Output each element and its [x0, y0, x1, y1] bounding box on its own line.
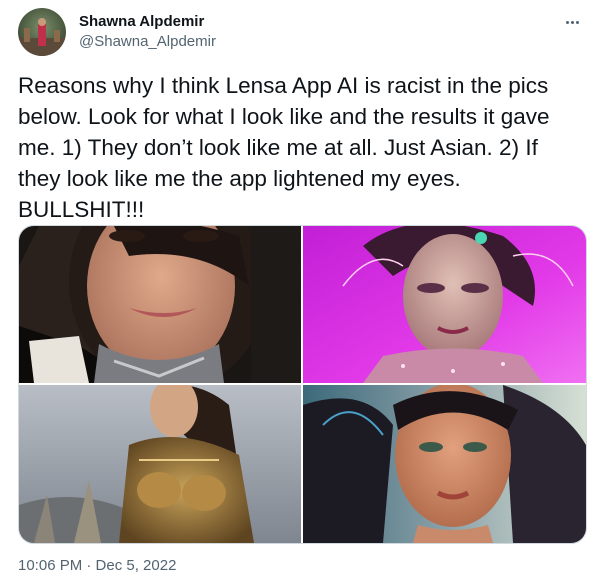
more-dot	[576, 21, 579, 24]
tweet-timestamp[interactable]: 10:06 PM · Dec 5, 2022	[18, 557, 176, 575]
photo-selfie[interactable]	[19, 226, 301, 383]
author-display-name[interactable]: Shawna Alpdemir	[79, 13, 204, 31]
media-grid	[18, 225, 587, 544]
tweet-card: Shawna Alpdemir @Shawna_Alpdemir Reasons…	[0, 0, 594, 580]
avatar-photo-icon	[18, 8, 66, 56]
more-dot	[566, 21, 569, 24]
ai-pink-portrait-image	[303, 226, 586, 383]
more-options-icon[interactable]	[556, 12, 590, 32]
tweet-text: Reasons why I think Lensa App AI is raci…	[18, 73, 556, 222]
author-avatar[interactable]	[18, 8, 66, 56]
ai-warrior-image	[19, 385, 301, 543]
author-handle[interactable]: @Shawna_Alpdemir	[79, 33, 216, 51]
photo-ai-painted[interactable]	[303, 385, 586, 543]
more-dot	[571, 21, 574, 24]
ai-painted-portrait-image	[303, 385, 586, 543]
photo-ai-warrior[interactable]	[19, 385, 301, 543]
selfie-image	[19, 226, 301, 383]
photo-ai-pink[interactable]	[303, 226, 586, 383]
